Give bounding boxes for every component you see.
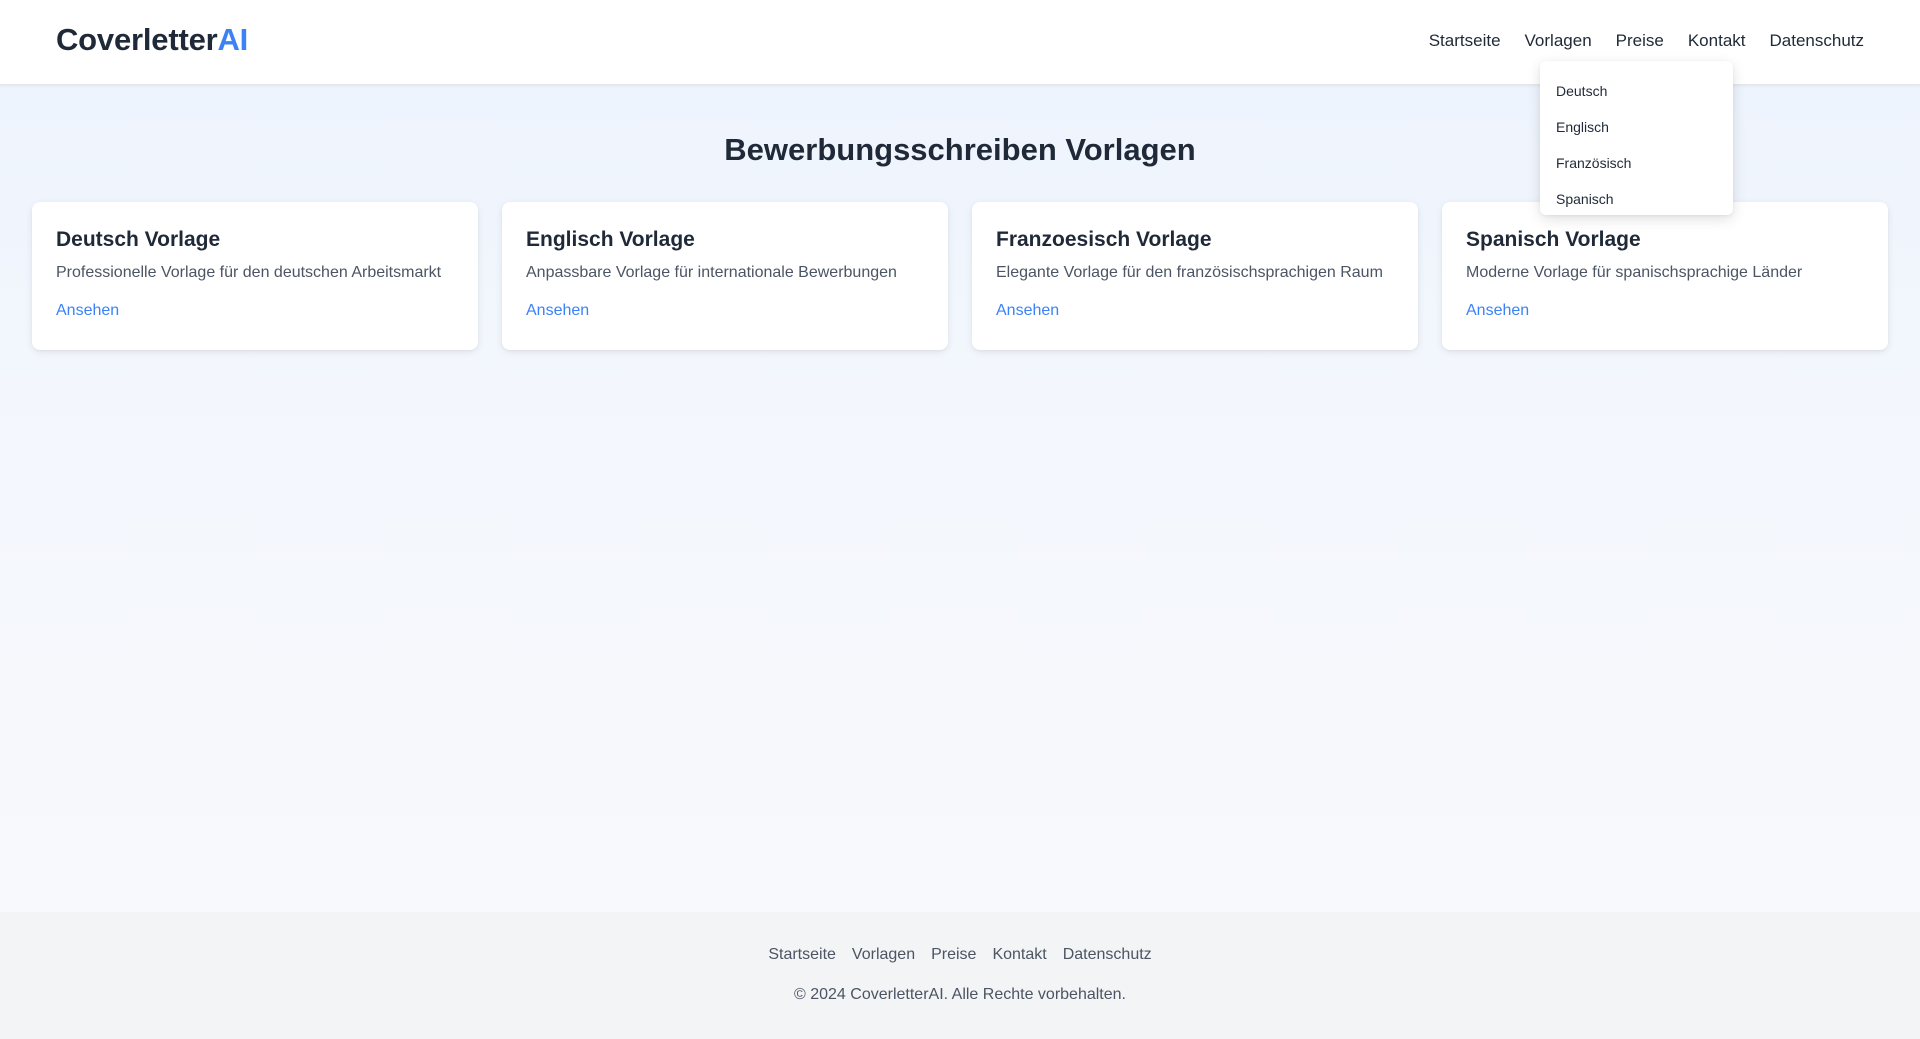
footer-link-vorlagen[interactable]: Vorlagen bbox=[852, 946, 915, 964]
vorlagen-dropdown-menu: Deutsch Englisch Französisch Spanisch bbox=[1540, 61, 1733, 215]
card-title: Spanisch Vorlage bbox=[1466, 228, 1641, 251]
site-footer: Startseite Vorlagen Preise Kontakt Daten… bbox=[0, 912, 1920, 1039]
template-card-spanisch: Spanisch Vorlage Moderne Vorlage für spa… bbox=[1442, 202, 1888, 350]
dropdown-item-spanisch[interactable]: Spanisch bbox=[1540, 181, 1733, 217]
footer-link-datenschutz[interactable]: Datenschutz bbox=[1063, 946, 1152, 964]
footer-link-preise[interactable]: Preise bbox=[931, 946, 976, 964]
footer-link-kontakt[interactable]: Kontakt bbox=[992, 946, 1046, 964]
nav-link-kontakt[interactable]: Kontakt bbox=[1688, 31, 1746, 51]
copyright-text: © 2024 CoverletterAI. Alle Rechte vorbeh… bbox=[794, 986, 1126, 1003]
template-card-englisch: Englisch Vorlage Anpassbare Vorlage für … bbox=[502, 202, 948, 350]
dropdown-item-deutsch[interactable]: Deutsch bbox=[1540, 73, 1733, 109]
nav-link-startseite[interactable]: Startseite bbox=[1429, 31, 1501, 51]
view-englisch-link[interactable]: Ansehen bbox=[526, 302, 589, 320]
footer-link-startseite[interactable]: Startseite bbox=[768, 946, 836, 964]
dropdown-item-englisch[interactable]: Englisch bbox=[1540, 109, 1733, 145]
card-title: Deutsch Vorlage bbox=[56, 228, 221, 251]
template-cards: Deutsch Vorlage Professionelle Vorlage f… bbox=[32, 202, 1888, 350]
nav-link-datenschutz[interactable]: Datenschutz bbox=[1770, 31, 1865, 51]
footer-nav: Startseite Vorlagen Preise Kontakt Daten… bbox=[0, 946, 1920, 964]
template-card-deutsch: Deutsch Vorlage Professionelle Vorlage f… bbox=[32, 202, 478, 350]
logo-text: Coverletter bbox=[56, 22, 218, 57]
logo-accent-text: AI bbox=[217, 22, 249, 57]
main-nav: Startseite Vorlagen Preise Kontakt Daten… bbox=[1429, 31, 1864, 51]
view-spanisch-link[interactable]: Ansehen bbox=[1466, 302, 1529, 320]
card-description: Anpassbare Vorlage für internationale Be… bbox=[526, 264, 897, 281]
nav-link-vorlagen[interactable]: Vorlagen bbox=[1525, 31, 1592, 51]
card-description: Moderne Vorlage für spanischsprachige Lä… bbox=[1466, 264, 1803, 281]
site-logo[interactable]: CoverletterAI bbox=[56, 22, 248, 58]
template-card-franzoesisch: Franzoesisch Vorlage Elegante Vorlage fü… bbox=[972, 202, 1418, 350]
view-deutsch-link[interactable]: Ansehen bbox=[56, 302, 119, 320]
card-title: Franzoesisch Vorlage bbox=[996, 228, 1212, 251]
card-description: Professionelle Vorlage für den deutschen… bbox=[56, 264, 442, 281]
dropdown-item-franzoesisch[interactable]: Französisch bbox=[1540, 145, 1733, 181]
view-franzoesisch-link[interactable]: Ansehen bbox=[996, 302, 1059, 320]
card-description: Elegante Vorlage für den französischspra… bbox=[996, 264, 1383, 281]
card-title: Englisch Vorlage bbox=[526, 228, 695, 251]
nav-link-preise[interactable]: Preise bbox=[1616, 31, 1664, 51]
